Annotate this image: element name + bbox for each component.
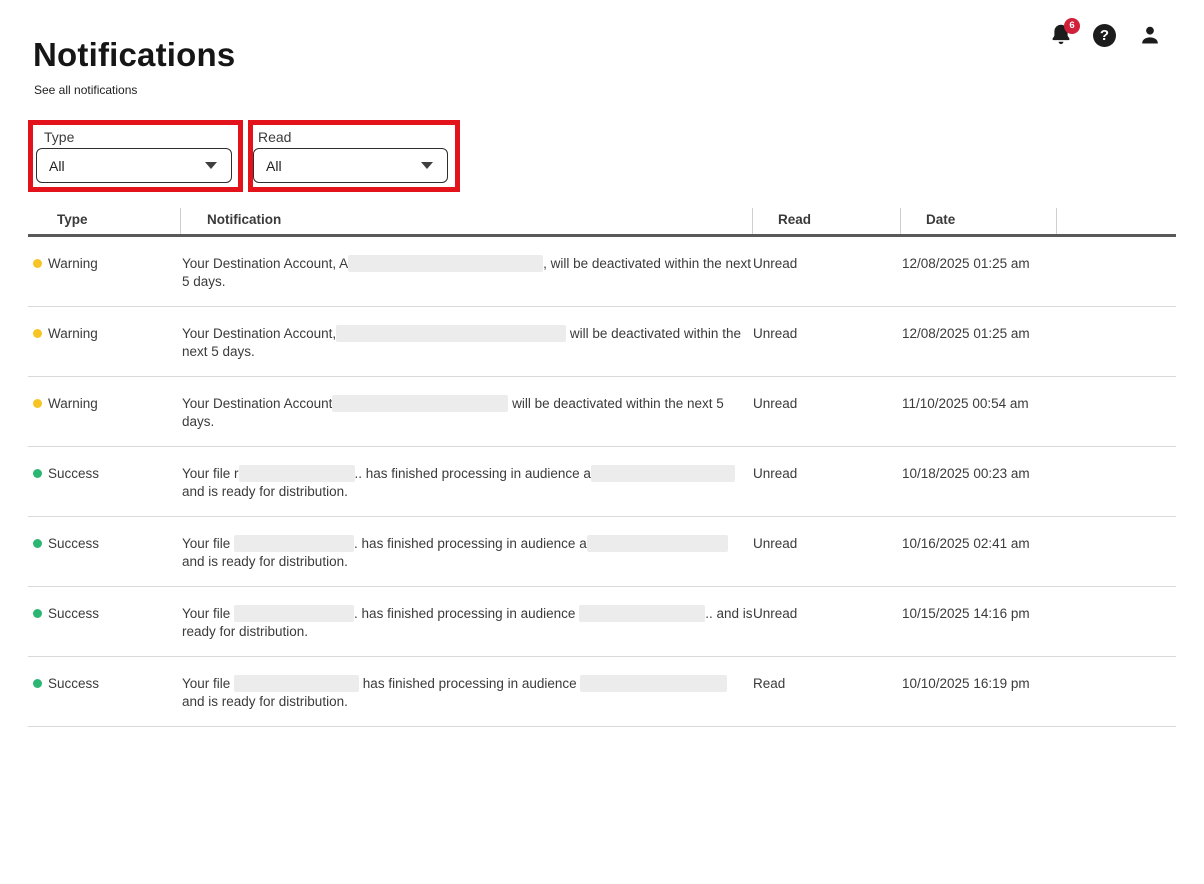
table-row: Success Your file has finished processin… (28, 657, 1176, 727)
notification-date: 12/08/2025 01:25 am (902, 325, 1030, 343)
help-button[interactable]: ? (1093, 21, 1121, 49)
notification-text: Your file . has finished processing in a… (182, 605, 753, 640)
status-dot (33, 399, 42, 408)
column-header-notification: Notification (207, 212, 281, 227)
notification-date: 10/18/2025 00:23 am (902, 465, 1030, 483)
question-mark-icon: ? (1093, 24, 1116, 47)
redacted-text (239, 465, 355, 482)
read-status: Unread (753, 605, 797, 623)
notification-date: 12/08/2025 01:25 am (902, 255, 1030, 273)
read-filter-label: Read (258, 129, 291, 145)
status-dot (33, 469, 42, 478)
header-divider (180, 208, 181, 234)
redacted-text (234, 675, 359, 692)
type-filter-select[interactable]: All (36, 148, 232, 183)
status-dot (33, 259, 42, 268)
notification-text: Your Destination Account, A, will be dea… (182, 255, 753, 290)
table-row: Success Your file . has finished process… (28, 517, 1176, 587)
redacted-text (332, 395, 508, 412)
notification-date: 11/10/2025 00:54 am (902, 395, 1029, 413)
notification-type-label: Success (48, 605, 99, 623)
notification-date: 10/10/2025 16:19 pm (902, 675, 1030, 693)
notification-text: Your file r.. has finished processing in… (182, 465, 753, 500)
type-filter-label: Type (44, 129, 74, 145)
page-title: Notifications (33, 36, 235, 74)
notification-type-label: Warning (48, 255, 98, 273)
type-filter-value: All (49, 158, 205, 174)
notification-text: Your Destination Account, will be deacti… (182, 325, 753, 360)
header-divider (900, 208, 901, 234)
notification-text: Your Destination Account will be deactiv… (182, 395, 753, 430)
notification-type-label: Success (48, 675, 99, 693)
redacted-text (348, 255, 543, 272)
notifications-page: Notifications See all notifications 6 ? … (0, 0, 1204, 884)
read-status: Unread (753, 535, 797, 553)
page-subtitle: See all notifications (34, 83, 137, 97)
notification-type-label: Success (48, 535, 99, 553)
table-row: Success Your file r.. has finished proce… (28, 447, 1176, 517)
redacted-text (579, 605, 705, 622)
notifications-bell-button[interactable]: 6 (1048, 21, 1076, 49)
chevron-down-icon (421, 162, 433, 169)
read-filter-select[interactable]: All (253, 148, 448, 183)
status-dot (33, 679, 42, 688)
chevron-down-icon (205, 162, 217, 169)
notification-date: 10/16/2025 02:41 am (902, 535, 1030, 553)
read-filter-value: All (266, 158, 421, 174)
notifications-table: Type Notification Read Date Warning Your… (28, 205, 1176, 727)
notification-type-label: Success (48, 465, 99, 483)
table-row: Warning Your Destination Account, will b… (28, 307, 1176, 377)
status-dot (33, 609, 42, 618)
status-dot (33, 329, 42, 338)
header-divider (752, 208, 753, 234)
table-row: Warning Your Destination Account, A, wil… (28, 237, 1176, 307)
redacted-text (336, 325, 566, 342)
person-icon (1137, 22, 1165, 48)
notification-text: Your file . has finished processing in a… (182, 535, 753, 570)
redacted-text (234, 535, 354, 552)
redacted-text (580, 675, 727, 692)
column-header-read: Read (778, 212, 811, 227)
table-header: Type Notification Read Date (28, 205, 1176, 237)
notification-date: 10/15/2025 14:16 pm (902, 605, 1030, 623)
user-profile-button[interactable] (1137, 21, 1165, 49)
notification-count-badge: 6 (1064, 18, 1080, 34)
notification-text: Your file has finished processing in aud… (182, 675, 753, 710)
read-status: Read (753, 675, 785, 693)
table-row: Warning Your Destination Account will be… (28, 377, 1176, 447)
redacted-text (587, 535, 728, 552)
notification-type-label: Warning (48, 325, 98, 343)
notification-type-label: Warning (48, 395, 98, 413)
redacted-text (591, 465, 735, 482)
status-dot (33, 539, 42, 548)
read-status: Unread (753, 255, 797, 273)
read-status: Unread (753, 325, 797, 343)
read-status: Unread (753, 465, 797, 483)
column-header-date: Date (926, 212, 955, 227)
read-status: Unread (753, 395, 797, 413)
table-body: Warning Your Destination Account, A, wil… (28, 237, 1176, 727)
header-divider (1056, 208, 1057, 234)
column-header-type: Type (57, 212, 88, 227)
redacted-text (234, 605, 354, 622)
table-row: Success Your file . has finished process… (28, 587, 1176, 657)
